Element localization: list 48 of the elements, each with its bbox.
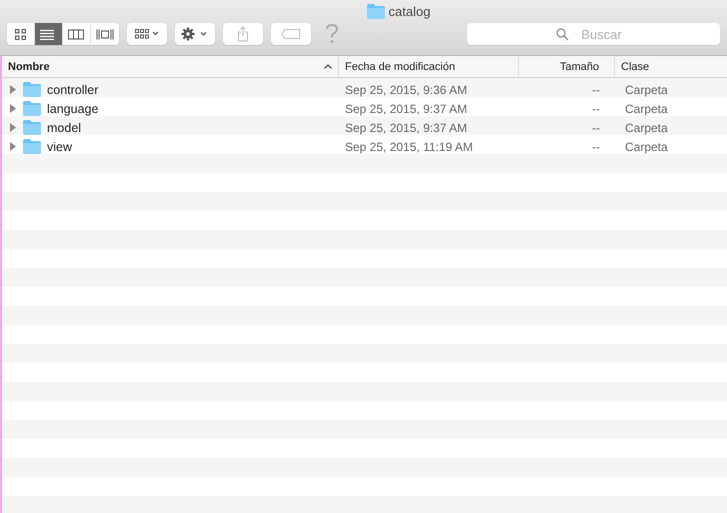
- size-cell-text: --: [591, 140, 601, 154]
- date-cell-text: Sep 25, 2015, 9:37 AM: [344, 120, 468, 134]
- help-icon[interactable]: [325, 24, 339, 44]
- grid-caret-icon: [135, 29, 159, 39]
- folder-icon: [366, 4, 385, 18]
- kind-cell-text: Carpeta: [624, 102, 669, 116]
- folder-icon: [23, 139, 41, 154]
- column-header[interactable]: Nombre: [2, 56, 339, 77]
- folder-icon: [23, 101, 41, 116]
- file-name[interactable]: controller: [47, 82, 98, 96]
- share-button[interactable]: [223, 23, 263, 45]
- tag-button[interactable]: [271, 23, 311, 45]
- tag-icon: [281, 29, 301, 39]
- disclosure-triangle-icon[interactable]: [9, 142, 17, 151]
- arrange-button[interactable]: [127, 23, 167, 45]
- search-field[interactable]: Buscar: [467, 23, 720, 45]
- columns-icon: [68, 28, 86, 40]
- settings-button[interactable]: [175, 23, 215, 45]
- file-name[interactable]: language: [47, 102, 98, 116]
- size-cell-text: --: [591, 82, 601, 96]
- disclosure-triangle-icon[interactable]: [9, 85, 17, 94]
- share-icon: [237, 26, 249, 42]
- column-header[interactable]: Tamaño: [519, 56, 615, 77]
- cover-flow-icon: [96, 28, 114, 40]
- list-view-button[interactable]: [35, 23, 63, 45]
- column-header[interactable]: Fecha de modificación: [339, 56, 519, 77]
- window-title: catalog: [388, 4, 430, 18]
- date-cell-text: Sep 25, 2015, 9:37 AM: [344, 102, 468, 116]
- gear-caret-icon: [181, 27, 209, 41]
- file-name[interactable]: model: [47, 120, 82, 134]
- search-icon: [556, 28, 569, 41]
- size-cell-text: --: [591, 120, 601, 134]
- date-cell-text: Sep 25, 2015, 9:36 AM: [344, 82, 468, 96]
- file-name[interactable]: view: [47, 140, 72, 154]
- cover-flow-button[interactable]: [91, 23, 119, 45]
- grid-icon: [15, 28, 26, 40]
- kind-cell-text: Carpeta: [624, 140, 669, 154]
- folder-icon: [23, 82, 41, 97]
- size-cell-text: --: [591, 102, 601, 116]
- kind-cell-text: Carpeta: [624, 120, 669, 134]
- column-header[interactable]: Clase: [615, 56, 727, 77]
- column-view-button[interactable]: [63, 23, 91, 45]
- date-cell-text: Sep 25, 2015, 11:19 AM: [344, 140, 474, 154]
- folder-icon: [23, 120, 41, 135]
- icon-view-button[interactable]: [7, 23, 35, 45]
- disclosure-triangle-icon[interactable]: [9, 104, 17, 113]
- disclosure-triangle-icon[interactable]: [9, 123, 17, 132]
- kind-cell-text: Carpeta: [624, 82, 669, 96]
